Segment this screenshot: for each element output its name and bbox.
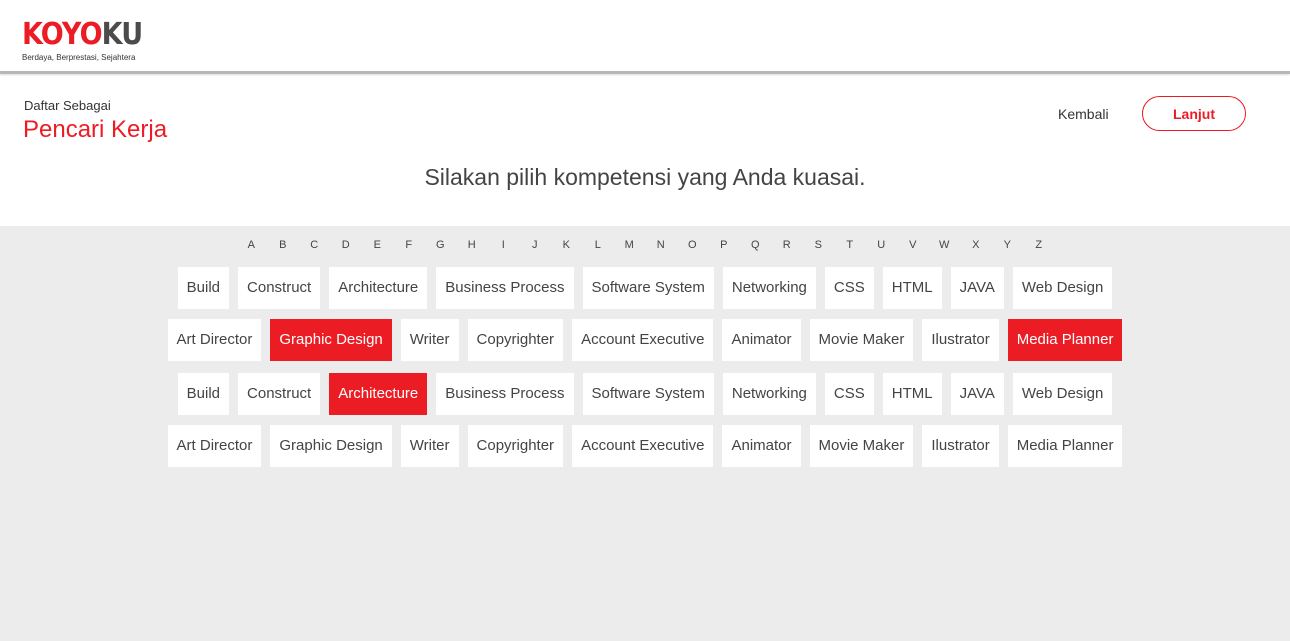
alphabet-filter: ABCDEFGHIJKLMNOPQRSTUVWXYZ — [0, 238, 1290, 252]
competency-tag-java[interactable]: JAVA — [950, 373, 1004, 415]
competency-tag-html[interactable]: HTML — [882, 267, 942, 309]
competency-tag-writer[interactable]: Writer — [400, 319, 459, 361]
competency-tag-css[interactable]: CSS — [824, 267, 874, 309]
competency-tag-account-executive[interactable]: Account Executive — [572, 319, 714, 361]
alphabet-letter-u[interactable]: U — [866, 238, 898, 252]
registration-label: Daftar Sebagai — [24, 98, 111, 113]
competency-tag-business-process[interactable]: Business Process — [436, 267, 574, 309]
alphabet-letter-x[interactable]: X — [960, 238, 992, 252]
competency-tag-graphic-design[interactable]: Graphic Design — [270, 425, 392, 467]
competency-tag-animator[interactable]: Animator — [722, 319, 801, 361]
competency-tag-java[interactable]: JAVA — [950, 267, 1004, 309]
competency-tag-software-system[interactable]: Software System — [582, 373, 714, 415]
competency-tag-copyrighter[interactable]: Copyrighter — [467, 319, 564, 361]
alphabet-letter-n[interactable]: N — [645, 238, 677, 252]
competency-tag-architecture[interactable]: Architecture — [329, 373, 428, 415]
alphabet-letter-i[interactable]: I — [488, 238, 520, 252]
alphabet-letter-o[interactable]: O — [677, 238, 709, 252]
competency-tag-networking[interactable]: Networking — [722, 267, 816, 309]
competency-tag-web-design[interactable]: Web Design — [1012, 267, 1113, 309]
logo-wordmark-red: KOYO — [22, 17, 103, 52]
logo-tagline: Berdaya, Berprestasi, Sejahtera — [22, 53, 136, 62]
competency-tag-web-design[interactable]: Web Design — [1012, 373, 1113, 415]
alphabet-letter-b[interactable]: B — [267, 238, 299, 252]
competency-tag-account-executive[interactable]: Account Executive — [572, 425, 714, 467]
competency-row: Art Director Graphic Design Writer Copyrigh… — [0, 319, 1290, 361]
alphabet-letter-z[interactable]: Z — [1023, 238, 1055, 252]
competency-tag-movie-maker[interactable]: Movie Maker — [809, 319, 914, 361]
top-header: KOYOKU Berdaya, Berprestasi, Sejahtera — [0, 0, 1290, 74]
koyoku-logo[interactable]: KOYOKU Berdaya, Berprestasi, Sejahtera — [22, 17, 156, 63]
competency-tag-build[interactable]: Build — [177, 373, 230, 415]
logo-wordmark-grey: KU — [101, 17, 143, 52]
competency-row: Build Construct Architecture Business Proce… — [0, 267, 1290, 309]
alphabet-letter-p[interactable]: P — [708, 238, 740, 252]
competency-tag-art-director[interactable]: Art Director — [167, 425, 262, 467]
competency-tag-architecture[interactable]: Architecture — [329, 267, 428, 309]
alphabet-letter-e[interactable]: E — [362, 238, 394, 252]
competency-tag-construct[interactable]: Construct — [238, 373, 321, 415]
competency-tag-business-process[interactable]: Business Process — [436, 373, 574, 415]
competency-tag-copyrighter[interactable]: Copyrighter — [467, 425, 564, 467]
competency-tag-media-planner[interactable]: Media Planner — [1007, 319, 1123, 361]
logo-wordmark: KOYOKU — [22, 17, 143, 52]
alphabet-letter-j[interactable]: J — [519, 238, 551, 252]
alphabet-letter-m[interactable]: M — [614, 238, 646, 252]
alphabet-letter-l[interactable]: L — [582, 238, 614, 252]
alphabet-letter-s[interactable]: S — [803, 238, 835, 252]
competency-tag-ilustrator[interactable]: Ilustrator — [922, 425, 999, 467]
instruction-text: Silakan pilih kompetensi yang Anda kuasa… — [424, 164, 866, 190]
alphabet-letter-r[interactable]: R — [771, 238, 803, 252]
competency-tag-graphic-design[interactable]: Graphic Design — [270, 319, 392, 361]
alphabet-letter-f[interactable]: F — [393, 238, 425, 252]
registration-role-title: Pencari Kerja — [23, 116, 168, 143]
competency-tag-ilustrator[interactable]: Ilustrator — [922, 319, 999, 361]
alphabet-letter-h[interactable]: H — [456, 238, 488, 252]
competency-tag-software-system[interactable]: Software System — [582, 267, 714, 309]
competency-tag-html[interactable]: HTML — [882, 373, 942, 415]
competency-tag-writer[interactable]: Writer — [400, 425, 459, 467]
competency-tag-animator[interactable]: Animator — [722, 425, 801, 467]
alphabet-letter-k[interactable]: K — [551, 238, 583, 252]
alphabet-letter-g[interactable]: G — [425, 238, 457, 252]
competency-tag-movie-maker[interactable]: Movie Maker — [809, 425, 914, 467]
back-link[interactable]: Kembali — [1058, 106, 1109, 122]
alphabet-letter-v[interactable]: V — [897, 238, 929, 252]
competency-tag-build[interactable]: Build — [177, 267, 230, 309]
alphabet-letter-t[interactable]: T — [834, 238, 866, 252]
competency-tag-networking[interactable]: Networking — [722, 373, 816, 415]
alphabet-letter-y[interactable]: Y — [992, 238, 1024, 252]
alphabet-letter-q[interactable]: Q — [740, 238, 772, 252]
alphabet-letter-a[interactable]: A — [236, 238, 268, 252]
next-button[interactable]: Lanjut — [1142, 96, 1246, 131]
competency-tag-css[interactable]: CSS — [824, 373, 874, 415]
competency-tag-art-director[interactable]: Art Director — [167, 319, 262, 361]
competency-row: Art Director Graphic Design Writer Copyrigh… — [0, 425, 1290, 467]
competency-row: Build Construct Architecture Business Proce… — [0, 373, 1290, 415]
alphabet-letter-w[interactable]: W — [929, 238, 961, 252]
alphabet-letter-d[interactable]: D — [330, 238, 362, 252]
competency-tag-construct[interactable]: Construct — [238, 267, 321, 309]
competency-panel: ABCDEFGHIJKLMNOPQRSTUVWXYZ Build Construc… — [0, 226, 1290, 641]
alphabet-letter-c[interactable]: C — [299, 238, 331, 252]
competency-tag-media-planner[interactable]: Media Planner — [1007, 425, 1123, 467]
